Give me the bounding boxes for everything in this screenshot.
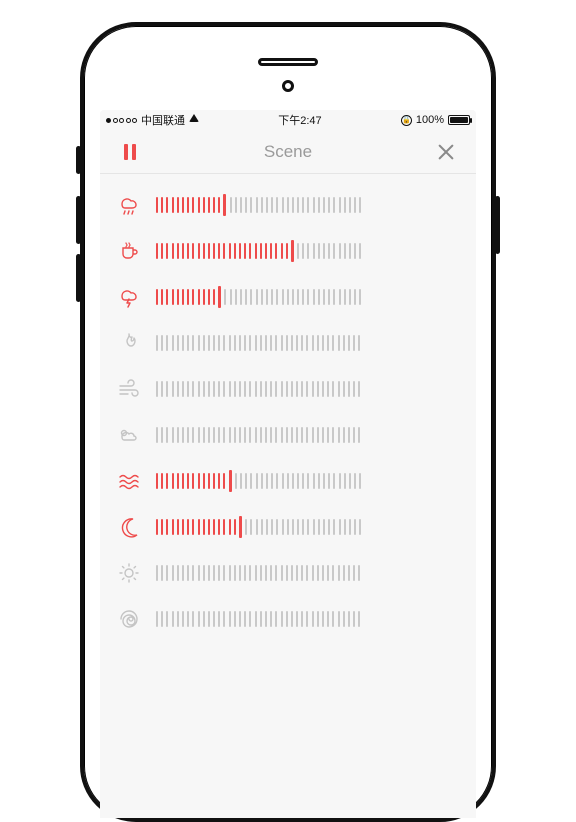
phone-camera	[282, 80, 294, 92]
close-icon	[437, 143, 455, 161]
status-bar: 中国联通 下午2:47 🔒 100%	[100, 110, 476, 130]
sound-row-waves	[116, 458, 460, 504]
mute-switch	[76, 146, 81, 174]
pause-button[interactable]	[118, 140, 142, 164]
carrier-label: 中国联通	[141, 112, 185, 128]
fire-icon[interactable]	[116, 330, 142, 356]
sound-row-fire	[116, 320, 460, 366]
volume-slider-moon[interactable]	[156, 514, 460, 540]
coffee-icon[interactable]	[116, 238, 142, 264]
volume-slider-spiral[interactable]	[156, 606, 460, 632]
sound-row-wind	[116, 366, 460, 412]
rain-icon[interactable]	[116, 192, 142, 218]
phone-frame: 中国联通 下午2:47 🔒 100% Scene	[80, 22, 496, 822]
battery-icon	[448, 115, 470, 125]
status-time: 下午2:47	[278, 112, 321, 128]
signal-dots	[106, 118, 137, 123]
sound-row-coffee	[116, 228, 460, 274]
orientation-lock-icon: 🔒	[401, 115, 412, 126]
sound-row-sun	[116, 550, 460, 596]
volume-slider-coffee[interactable]	[156, 238, 460, 264]
clouds-icon[interactable]	[116, 422, 142, 448]
power-button	[495, 196, 500, 254]
wifi-icon	[189, 114, 199, 126]
volume-slider-fire[interactable]	[156, 330, 460, 356]
thunder-icon[interactable]	[116, 284, 142, 310]
volume-slider-wind[interactable]	[156, 376, 460, 402]
volume-slider-rain[interactable]	[156, 192, 460, 218]
sound-row-moon	[116, 504, 460, 550]
screen: 中国联通 下午2:47 🔒 100% Scene	[100, 110, 476, 818]
volume-slider-waves[interactable]	[156, 468, 460, 494]
sound-row-clouds	[116, 412, 460, 458]
spiral-icon[interactable]	[116, 606, 142, 632]
pause-icon	[124, 144, 136, 160]
volume-up	[76, 196, 81, 244]
sound-list	[100, 174, 476, 642]
moon-icon[interactable]	[116, 514, 142, 540]
page-title: Scene	[264, 142, 312, 162]
phone-speaker	[258, 58, 318, 66]
volume-down	[76, 254, 81, 302]
volume-slider-sun[interactable]	[156, 560, 460, 586]
volume-slider-clouds[interactable]	[156, 422, 460, 448]
sound-row-rain	[116, 182, 460, 228]
wind-icon[interactable]	[116, 376, 142, 402]
volume-slider-thunder[interactable]	[156, 284, 460, 310]
close-button[interactable]	[434, 140, 458, 164]
sound-row-thunder	[116, 274, 460, 320]
sun-icon[interactable]	[116, 560, 142, 586]
nav-bar: Scene	[100, 130, 476, 174]
sound-row-spiral	[116, 596, 460, 642]
waves-icon[interactable]	[116, 468, 142, 494]
battery-percent: 100%	[416, 114, 444, 126]
